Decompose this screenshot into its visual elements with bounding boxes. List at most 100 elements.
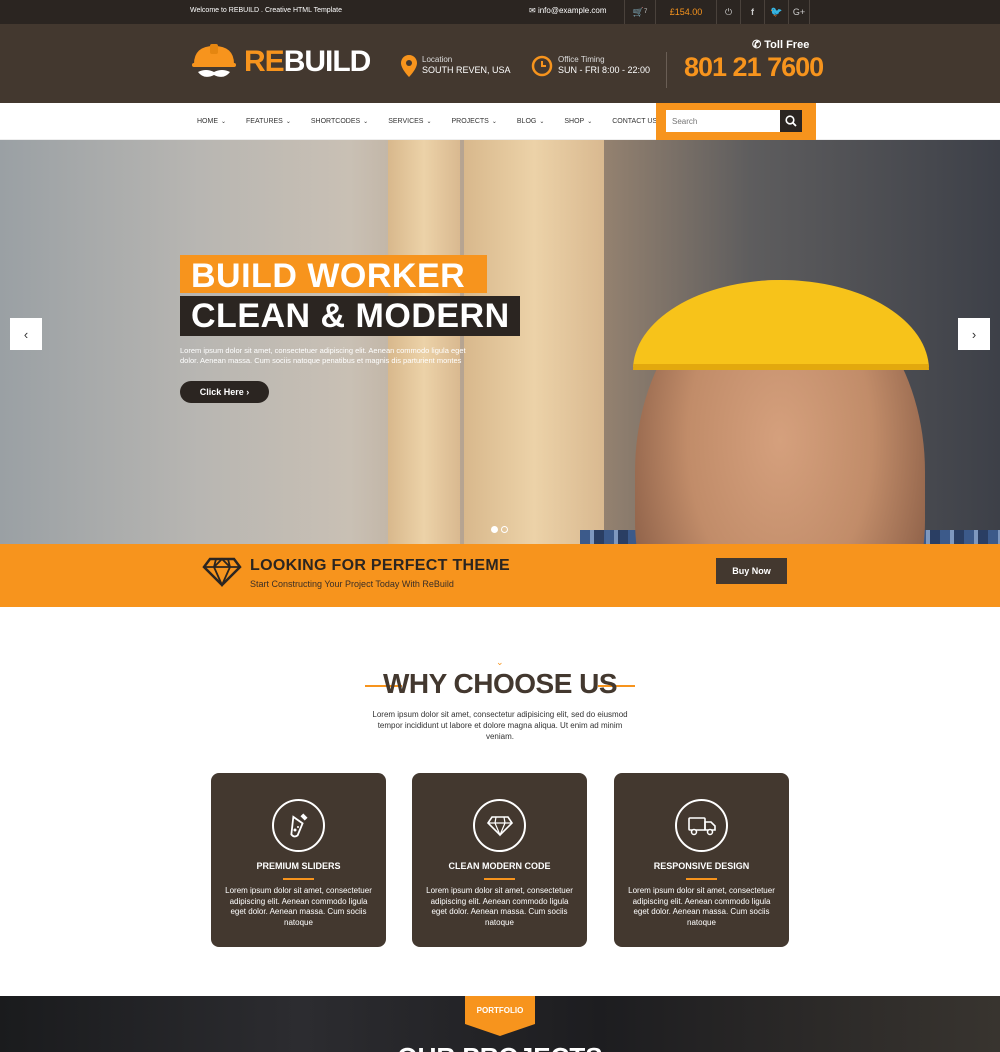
icon-circle bbox=[272, 799, 325, 852]
toll-free-text: Toll Free bbox=[764, 39, 810, 51]
cta-subtitle: Start Constructing Your Project Today Wi… bbox=[250, 579, 454, 589]
search-icon bbox=[785, 115, 797, 127]
feature-card[interactable]: RESPONSIVE DESIGN Lorem ipsum dolor sit … bbox=[614, 773, 789, 947]
chevron-down-icon: ⌄ bbox=[539, 119, 545, 125]
truck-icon bbox=[687, 816, 716, 835]
cta-banner bbox=[0, 544, 1000, 607]
search-input[interactable] bbox=[666, 110, 782, 132]
envelope-icon: ✉ bbox=[529, 6, 536, 15]
phone-number[interactable]: 801 21 7600 bbox=[684, 52, 824, 83]
location-label: Location bbox=[422, 55, 453, 64]
clock-icon bbox=[531, 55, 553, 77]
slider-prev-button[interactable]: ‹ bbox=[10, 318, 42, 350]
chevron-down-icon: ⌄ bbox=[491, 119, 497, 125]
cart-total: £154.00 bbox=[655, 0, 716, 24]
location-info: Location SOUTH REVEN, USA bbox=[401, 55, 511, 77]
nav-item-shortcodes[interactable]: SHORTCODES ⌄ bbox=[311, 118, 368, 125]
logo[interactable]: REBUILD bbox=[190, 42, 372, 82]
cart-icon: 🛒 bbox=[632, 6, 644, 17]
nav-item-home[interactable]: HOME ⌄ bbox=[197, 118, 226, 125]
nav-label: PROJECTS bbox=[451, 118, 489, 125]
hard-hat-image bbox=[633, 280, 929, 370]
slider-dot[interactable] bbox=[491, 526, 498, 533]
email-link[interactable]: ✉ info@example.com bbox=[529, 6, 607, 15]
card-title: RESPONSIVE DESIGN bbox=[653, 861, 750, 871]
buy-now-button[interactable]: Buy Now bbox=[716, 558, 787, 584]
card-title: PREMIUM SLIDERS bbox=[256, 861, 341, 871]
hero-title-secondary: CLEAN & MODERN bbox=[180, 296, 520, 336]
cta-title: LOOKING FOR PERFECT THEME bbox=[250, 557, 510, 574]
nav-menu: HOME ⌄ FEATURES ⌄ SHORTCODES ⌄ SERVICES ⌄ PR… bbox=[197, 103, 685, 140]
timing-info: Office Timing SUN - FRI 8:00 - 22:00 bbox=[531, 55, 650, 77]
nav-item-projects[interactable]: PROJECTS ⌄ bbox=[452, 118, 497, 125]
card-text: Lorem ipsum dolor sit amet, consectetuer… bbox=[225, 886, 372, 927]
map-pin-icon bbox=[401, 55, 417, 77]
nav-label: HOME bbox=[197, 118, 218, 125]
nav-item-shop[interactable]: SHOP ⌄ bbox=[564, 118, 592, 125]
chevron-down-icon: ⌄ bbox=[221, 119, 227, 125]
site-header: REBUILD Location SOUTH REVEN, USA Office… bbox=[0, 24, 1000, 103]
diamond-icon bbox=[202, 557, 242, 587]
facebook-icon[interactable]: f bbox=[740, 0, 764, 24]
nav-item-services[interactable]: SERVICES ⌄ bbox=[388, 118, 431, 125]
icon-circle bbox=[473, 799, 526, 852]
search-box bbox=[656, 103, 816, 140]
nav-label: SERVICES bbox=[388, 118, 424, 125]
portfolio-tag: PORTFOLIO bbox=[465, 996, 535, 1024]
cart-button[interactable]: 🛒 7 bbox=[624, 0, 655, 24]
chevron-right-icon: › bbox=[246, 387, 250, 397]
top-bar: Welcome to REBUILD . Creative HTML Templ… bbox=[0, 0, 1000, 24]
location-value: SOUTH REVEN, USA bbox=[422, 65, 511, 75]
feature-card[interactable]: CLEAN MODERN CODE Lorem ipsum dolor sit … bbox=[412, 773, 587, 947]
google-plus-icon[interactable]: G+ bbox=[788, 0, 810, 24]
hero-cta-button[interactable]: Click Here › bbox=[180, 381, 269, 403]
chevron-down-icon: ⌄ bbox=[587, 119, 593, 125]
chevron-down-icon: ⌄ bbox=[426, 119, 432, 125]
flask-icon bbox=[289, 812, 308, 837]
wood-plank-image bbox=[464, 140, 604, 544]
chevron-down-icon: ⌄ bbox=[363, 119, 369, 125]
card-divider bbox=[484, 878, 515, 880]
hero-cta-label: Click Here bbox=[199, 387, 244, 397]
phone-icon: ✆ bbox=[752, 39, 762, 51]
timing-value: SUN - FRI 8:00 - 22:00 bbox=[558, 65, 651, 75]
welcome-text: Welcome to REBUILD . Creative HTML Templ… bbox=[190, 7, 342, 14]
slider-next-button[interactable]: › bbox=[958, 318, 990, 350]
slider-dots bbox=[491, 526, 511, 533]
slider-dot[interactable] bbox=[501, 526, 508, 533]
hero-description: Lorem ipsum dolor sit amet, consectetuer… bbox=[180, 346, 466, 365]
section-title: WHY CHOOSE US bbox=[382, 668, 618, 699]
section-description: Lorem ipsum dolor sit amet, consectetur … bbox=[372, 710, 628, 741]
main-nav: HOME ⌄ FEATURES ⌄ SHORTCODES ⌄ SERVICES ⌄ PR… bbox=[0, 103, 1000, 140]
logo-re: RE bbox=[244, 45, 285, 78]
nav-item-features[interactable]: FEATURES ⌄ bbox=[246, 118, 291, 125]
chevron-down-icon: ⌄ bbox=[496, 657, 504, 667]
chevron-right-icon: › bbox=[971, 326, 977, 342]
card-title: CLEAN MODERN CODE bbox=[448, 861, 551, 871]
card-text: Lorem ipsum dolor sit amet, consectetuer… bbox=[426, 886, 573, 927]
nav-label: CONTACT US bbox=[612, 118, 658, 125]
hero-slider bbox=[0, 140, 1000, 544]
nav-label: FEATURES bbox=[246, 118, 283, 125]
card-divider bbox=[686, 878, 717, 880]
logo-text: REBUILD bbox=[244, 45, 372, 79]
logo-build: BUILD bbox=[283, 45, 372, 78]
twitter-icon[interactable]: 🐦 bbox=[764, 0, 788, 24]
nav-label: SHORTCODES bbox=[310, 118, 361, 125]
search-button[interactable] bbox=[780, 110, 802, 132]
wood-plank-image bbox=[388, 140, 460, 544]
email-text: info@example.com bbox=[537, 6, 607, 15]
card-text: Lorem ipsum dolor sit amet, consectetuer… bbox=[628, 886, 775, 927]
divider bbox=[666, 52, 667, 88]
nav-item-blog[interactable]: BLOG ⌄ bbox=[517, 118, 544, 125]
hero-title-primary: BUILD WORKER bbox=[180, 255, 488, 295]
cart-count: 7 bbox=[643, 9, 648, 15]
portfolio-tag-arrow bbox=[465, 1024, 535, 1036]
helmet-logo-icon bbox=[192, 44, 236, 77]
nav-label: BLOG bbox=[516, 118, 537, 125]
feature-card[interactable]: PREMIUM SLIDERS Lorem ipsum dolor sit am… bbox=[211, 773, 386, 947]
timing-label: Office Timing bbox=[558, 55, 605, 64]
power-icon[interactable]: ⏻ bbox=[716, 0, 740, 24]
nav-label: SHOP bbox=[564, 118, 585, 125]
chevron-down-icon: ⌄ bbox=[285, 119, 291, 125]
